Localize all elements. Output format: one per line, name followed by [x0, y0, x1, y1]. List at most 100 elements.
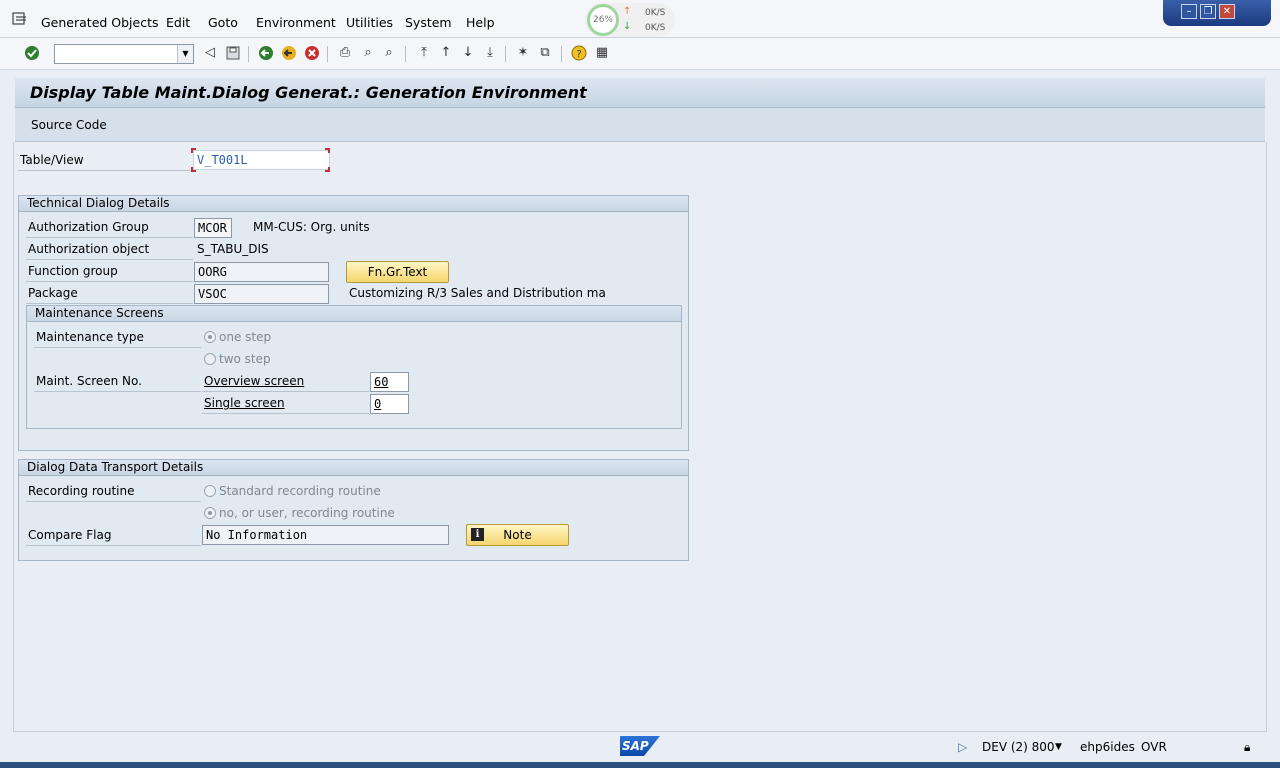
maint-screen-no-label: Maint. Screen No.	[36, 374, 142, 388]
two-step-label: two step	[219, 352, 271, 366]
download-arrow-icon: ↓	[623, 21, 632, 32]
info-icon: i	[471, 528, 484, 541]
label-underline	[202, 413, 369, 414]
find-next-icon[interactable]: ⌕	[381, 45, 397, 61]
single-screen-value: 0	[374, 397, 382, 411]
menu-environment[interactable]: Environment	[256, 15, 336, 30]
label-underline	[18, 170, 192, 171]
back-triangle-icon[interactable]: ◁	[202, 45, 218, 61]
overview-screen-label: Overview screen	[204, 374, 305, 388]
technical-dialog-header: Technical Dialog Details	[19, 196, 688, 212]
restore-icon[interactable]: ❐	[1200, 4, 1216, 19]
label-underline	[26, 303, 193, 304]
toolbar-separator	[561, 46, 562, 62]
menu-system[interactable]: System	[405, 15, 452, 30]
no-recording-radio[interactable]	[204, 507, 216, 519]
upload-arrow-icon: ↑	[623, 6, 632, 17]
authorization-group-field: MCOR	[194, 218, 232, 238]
required-field-corner	[191, 148, 196, 153]
layout-menu-icon[interactable]: ▦	[594, 45, 610, 61]
menu-help[interactable]: Help	[466, 15, 495, 30]
toolbar-separator	[505, 46, 506, 62]
fn-gr-text-button[interactable]: Fn.Gr.Text	[346, 261, 449, 283]
menu-generated-objects[interactable]: Generated Objects	[41, 15, 159, 30]
menu-bar: Generated Objects Edit Goto Environment …	[0, 0, 1280, 38]
command-field[interactable]: ▼	[54, 44, 194, 64]
menu-goto[interactable]: Goto	[208, 15, 238, 30]
recording-routine-label: Recording routine	[28, 484, 135, 498]
find-icon[interactable]: ⌕	[360, 45, 376, 61]
function-group-field: OORG	[194, 262, 329, 282]
network-percent: 26%	[587, 4, 619, 36]
save-icon[interactable]	[225, 45, 241, 61]
maintenance-type-label: Maintenance type	[36, 330, 144, 344]
label-underline	[26, 237, 193, 238]
standard-recording-radio[interactable]	[204, 485, 216, 497]
upload-rate: 0K/S	[645, 8, 666, 18]
one-step-radio[interactable]	[204, 331, 216, 343]
insert-mode: OVR	[1141, 740, 1167, 754]
technical-dialog-group: Technical Dialog Details Authorization G…	[18, 195, 689, 451]
svg-text:?: ?	[576, 49, 581, 60]
server-name: ehp6ides	[1080, 740, 1135, 754]
toolbar-separator	[327, 46, 328, 62]
single-screen-field[interactable]: 0	[370, 394, 409, 414]
close-icon[interactable]: ✕	[1219, 4, 1235, 19]
overview-screen-field[interactable]: 60	[370, 372, 409, 392]
chevron-down-icon[interactable]: ▼	[177, 45, 193, 63]
window-controls: – ❐ ✕	[1163, 0, 1271, 26]
os-taskbar	[0, 762, 1280, 768]
menu-icon[interactable]	[12, 12, 28, 26]
status-bar: SAP ▷ DEV (2) 800 ▼ ehp6ides OVR 🔒︎	[0, 732, 1280, 762]
label-underline	[26, 259, 193, 260]
application-toolbar: Source Code	[15, 108, 1265, 142]
required-field-corner	[325, 167, 330, 172]
package-value: VSOC	[198, 287, 227, 301]
package-label: Package	[28, 286, 78, 300]
sap-logo: SAP	[620, 736, 660, 756]
two-step-radio[interactable]	[204, 353, 216, 365]
compare-flag-label: Compare Flag	[28, 528, 112, 542]
note-button[interactable]: i Note	[466, 524, 569, 546]
source-code-button[interactable]: Source Code	[31, 118, 107, 132]
help-icon[interactable]: ?	[571, 45, 587, 61]
network-meter: 26% ↑ ↓ 0K/S 0K/S	[585, 3, 675, 37]
label-underline	[34, 347, 201, 348]
title-bar: Display Table Maint.Dialog Generat.: Gen…	[15, 78, 1265, 108]
create-session-icon[interactable]: ✶	[515, 45, 531, 61]
print-icon[interactable]: ⎙	[337, 45, 353, 61]
download-rate: 0K/S	[645, 23, 666, 33]
previous-page-icon[interactable]: ↑	[438, 45, 454, 61]
single-screen-label: Single screen	[204, 396, 285, 410]
back-icon[interactable]	[258, 45, 274, 61]
maintenance-screens-group: Maintenance Screens Maintenance type one…	[26, 305, 682, 429]
standard-recording-label: Standard recording routine	[219, 484, 381, 498]
menu-utilities[interactable]: Utilities	[346, 15, 393, 30]
toolbar-separator	[405, 46, 406, 62]
authorization-group-label: Authorization Group	[28, 220, 149, 234]
cancel-icon[interactable]	[304, 45, 320, 61]
compare-flag-field: No Information	[202, 525, 449, 545]
package-field: VSOC	[194, 284, 329, 304]
standard-toolbar: ▼ ◁ ⎙ ⌕ ⌕ ⤒ ↑ ↓ ⤓ ✶ ⧉ ? ▦	[0, 38, 1280, 70]
note-button-label: Note	[503, 528, 532, 542]
no-recording-label: no, or user, recording routine	[219, 506, 395, 520]
exit-icon[interactable]	[281, 45, 297, 61]
lock-icon: 🔒︎	[1244, 740, 1251, 754]
next-page-icon[interactable]: ↓	[460, 45, 476, 61]
system-dropdown-icon[interactable]: ▼	[1055, 742, 1062, 752]
package-text: Customizing R/3 Sales and Distribution m…	[349, 286, 606, 300]
last-page-icon[interactable]: ⤓	[482, 45, 498, 61]
minimize-icon[interactable]: –	[1181, 4, 1197, 19]
table-view-field[interactable]: V_T001L	[193, 150, 330, 170]
authorization-object-value: S_TABU_DIS	[197, 242, 269, 256]
table-view-value: V_T001L	[197, 153, 248, 167]
first-page-icon[interactable]: ⤒	[416, 45, 432, 61]
menu-edit[interactable]: Edit	[166, 15, 190, 30]
status-expand-icon[interactable]: ▷	[958, 740, 967, 754]
shortcut-icon[interactable]: ⧉	[537, 45, 553, 61]
overview-screen-value: 60	[374, 375, 389, 389]
enter-check-icon[interactable]	[24, 45, 40, 61]
function-group-label: Function group	[28, 264, 118, 278]
function-group-value: OORG	[198, 265, 227, 279]
